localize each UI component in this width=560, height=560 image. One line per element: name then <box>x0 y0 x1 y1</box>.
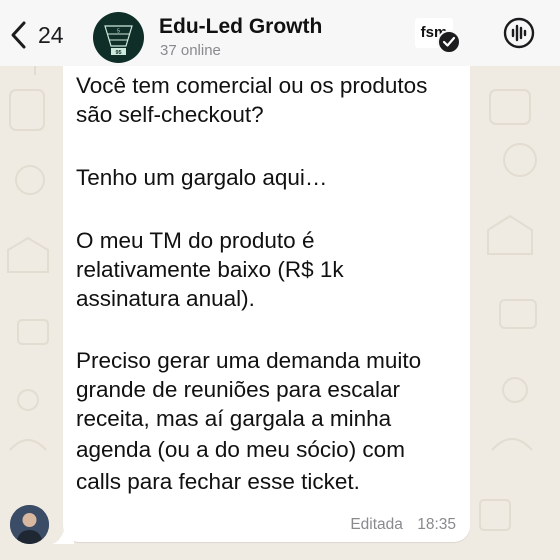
chat-header: 24 5 95 Edu-Led Growth 37 online fsm <box>0 0 560 66</box>
group-avatar-top-digit: 5 <box>117 29 120 35</box>
message-line: receita, mas aí gargala a minha <box>76 406 392 431</box>
message-line: Preciso gerar uma demanda muito <box>76 348 422 373</box>
verified-check-icon <box>437 30 461 54</box>
sender-avatar[interactable] <box>10 505 49 544</box>
bubble-tail <box>52 530 74 544</box>
message-line: agenda (ou a do meu sócio) com <box>76 437 405 462</box>
message-line: assinatura anual). <box>76 286 255 311</box>
group-avatar[interactable]: 5 95 <box>93 12 144 63</box>
message-line: O meu TM do produto é <box>76 228 315 253</box>
group-avatar-bottom-digits: 95 <box>115 50 121 56</box>
message-line: são self-checkout? <box>76 102 264 127</box>
message-line: grande de reuniões para escalar <box>76 377 400 402</box>
message-line: Você tem comercial ou os produtos <box>76 73 428 98</box>
person-icon <box>10 505 49 544</box>
call-icon[interactable] <box>503 17 535 49</box>
group-logo-icon: 5 95 <box>104 25 133 56</box>
edited-label: Editada <box>350 516 403 533</box>
back-button[interactable]: 24 <box>8 12 64 58</box>
community-badge[interactable]: fsm <box>411 16 461 54</box>
message-line: relativamente baixo (R$ 1k <box>76 257 344 282</box>
message-line: Tenho um gargalo aqui… <box>76 165 328 190</box>
online-status: 37 online <box>160 42 221 59</box>
group-name[interactable]: Edu-Led Growth <box>159 15 322 39</box>
message-meta: Editada 18:35 <box>350 516 456 534</box>
unread-count: 24 <box>38 21 64 48</box>
message-line: calls para fechar esse ticket. <box>76 469 360 494</box>
message-time: 18:35 <box>417 516 456 533</box>
chevron-left-icon <box>11 21 26 49</box>
